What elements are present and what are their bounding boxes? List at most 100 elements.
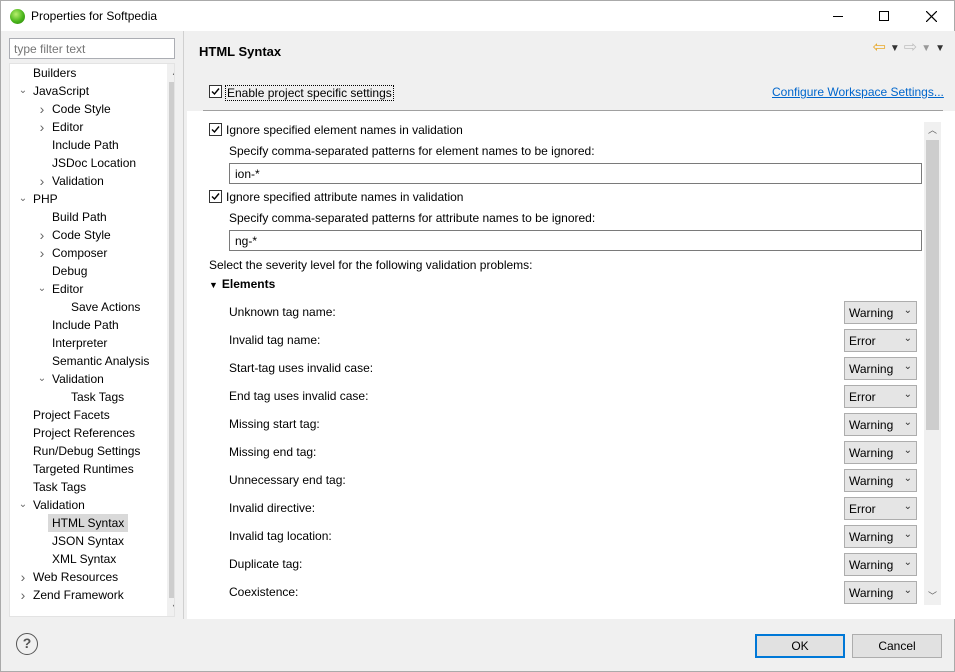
help-icon[interactable]: ?	[16, 633, 38, 655]
severity-select[interactable]: Warning ⌄	[844, 553, 917, 576]
severity-value: Warning	[849, 418, 894, 432]
collapsed-twisty-icon[interactable]: ›	[17, 586, 29, 604]
attributes-patterns-input[interactable]	[229, 230, 922, 251]
tree-item[interactable]: › Zend Framework	[10, 586, 160, 604]
tree-item-label: Web Resources	[33, 570, 119, 584]
tree-item[interactable]: Targeted Runtimes	[10, 460, 160, 478]
severity-value: Warning	[849, 586, 894, 600]
configure-workspace-link[interactable]: Configure Workspace Settings...	[772, 85, 944, 99]
title-bar: Properties for Softpedia	[1, 1, 954, 31]
collapsed-twisty-icon[interactable]: ›	[36, 172, 48, 190]
tree-scrollbar[interactable]: ▲ ▼	[167, 64, 174, 616]
close-button[interactable]	[908, 1, 954, 31]
tree-item[interactable]: Project Facets	[10, 406, 160, 424]
severity-value: Error	[849, 334, 876, 348]
tree-item-label: Builders	[33, 66, 77, 80]
tree-item[interactable]: JSON Syntax	[10, 532, 160, 550]
scroll-up-icon[interactable]: ▲	[167, 64, 174, 81]
page-header: HTML Syntax ⇦ ▼ ⇨ ▼ ▼	[187, 31, 955, 66]
severity-select[interactable]: Error ⌄	[844, 385, 917, 408]
severity-select[interactable]: Warning ⌄	[844, 581, 917, 604]
tree-item[interactable]: Save Actions	[10, 298, 160, 316]
scroll-down-icon[interactable]: ▼	[167, 599, 174, 616]
collapsed-twisty-icon[interactable]: ›	[36, 118, 48, 136]
expanded-twisty-icon[interactable]: ⌄	[36, 370, 48, 388]
tree-item[interactable]: › Editor	[10, 118, 160, 136]
elements-patterns-input[interactable]	[229, 163, 922, 184]
severity-select[interactable]: Warning ⌄	[844, 301, 917, 324]
severity-select[interactable]: Warning ⌄	[844, 357, 917, 380]
tree-item[interactable]: Include Path	[10, 136, 160, 154]
tree-item[interactable]: › Code Style	[10, 100, 160, 118]
page-nav: ⇦ ▼ ⇨ ▼ ▼	[872, 40, 945, 56]
tree-item[interactable]: Interpreter	[10, 334, 160, 352]
tree-item[interactable]: XML Syntax	[10, 550, 160, 568]
ignore-elements-checkbox[interactable]	[209, 123, 222, 136]
enable-project-settings-label[interactable]: Enable project specific settings	[225, 85, 394, 101]
tree-item[interactable]: JSDoc Location	[10, 154, 160, 172]
checkmark-icon	[211, 88, 220, 96]
ok-button[interactable]: OK	[755, 634, 845, 658]
maximize-button[interactable]	[861, 1, 907, 31]
problem-label: Duplicate tag:	[229, 557, 303, 571]
collapsed-twisty-icon[interactable]: ›	[17, 568, 29, 586]
tree-item[interactable]: › Validation	[10, 172, 160, 190]
forward-arrow-icon[interactable]: ⇨	[904, 40, 917, 56]
problem-label: Missing start tag:	[229, 417, 320, 431]
view-menu-icon[interactable]: ▼	[935, 43, 945, 54]
tree-item[interactable]: Build Path	[10, 208, 160, 226]
tree-item[interactable]: › Code Style	[10, 226, 160, 244]
pane-divider[interactable]	[183, 31, 184, 619]
scroll-up-icon[interactable]: ︿	[924, 122, 941, 139]
checkmark-icon	[211, 126, 220, 134]
content-scrollbar[interactable]: ︿ ﹀	[924, 122, 941, 605]
tree-item-label: Validation	[52, 372, 104, 386]
filter-input[interactable]	[9, 38, 175, 59]
expanded-twisty-icon[interactable]: ⌄	[36, 280, 48, 298]
tree-item[interactable]: ⌄ Editor	[10, 280, 160, 298]
tree-item[interactable]: ⌄ JavaScript	[10, 82, 160, 100]
properties-dialog: Properties for Softpedia ▲ ▼ Builders ⌄ Ja…	[0, 0, 955, 672]
tree-item[interactable]: ⌄ PHP	[10, 190, 160, 208]
tree-item[interactable]: Builders	[10, 64, 160, 82]
tree-item-label: Save Actions	[71, 300, 141, 314]
tree-item[interactable]: Task Tags	[10, 478, 160, 496]
tree-scroll-thumb[interactable]	[169, 82, 174, 598]
tree-item[interactable]: › Web Resources	[10, 568, 160, 586]
back-dropdown-icon[interactable]: ▼	[890, 43, 900, 54]
tree-item[interactable]: ⌄ Validation	[10, 370, 160, 388]
collapsed-twisty-icon[interactable]: ›	[36, 226, 48, 244]
forward-dropdown-icon[interactable]: ▼	[921, 43, 931, 54]
severity-select[interactable]: Error ⌄	[844, 329, 917, 352]
severity-select[interactable]: Warning ⌄	[844, 469, 917, 492]
tree-item[interactable]: Include Path	[10, 316, 160, 334]
tree-item-label: XML Syntax	[52, 552, 117, 566]
tree-item[interactable]: › Composer	[10, 244, 160, 262]
tree-item[interactable]: Semantic Analysis	[10, 352, 160, 370]
tree-item[interactable]: Project References	[10, 424, 160, 442]
collapsed-twisty-icon[interactable]: ›	[36, 100, 48, 118]
severity-select[interactable]: Error ⌄	[844, 497, 917, 520]
tree-item[interactable]: ⌄ Validation	[10, 496, 160, 514]
expanded-twisty-icon[interactable]: ⌄	[17, 496, 29, 514]
scroll-down-icon[interactable]: ﹀	[924, 588, 941, 605]
tree-item[interactable]: Task Tags	[10, 388, 160, 406]
back-arrow-icon[interactable]: ⇦	[872, 40, 885, 56]
tree-item[interactable]: Debug	[10, 262, 160, 280]
cancel-button[interactable]: Cancel	[852, 634, 942, 658]
ignore-attributes-checkbox[interactable]	[209, 190, 222, 203]
elements-section-toggle[interactable]: ▼ Elements	[209, 277, 275, 291]
severity-select[interactable]: Warning ⌄	[844, 525, 917, 548]
severity-select[interactable]: Warning ⌄	[844, 441, 917, 464]
preference-tree: ▲ ▼ Builders ⌄ JavaScript › Code Style › Edito…	[9, 63, 175, 617]
severity-select[interactable]: Warning ⌄	[844, 413, 917, 436]
tree-item[interactable]: Run/Debug Settings	[10, 442, 160, 460]
maximize-icon	[879, 11, 889, 21]
minimize-button[interactable]	[815, 1, 861, 31]
tree-item[interactable]: HTML Syntax	[10, 514, 160, 532]
collapsed-twisty-icon[interactable]: ›	[36, 244, 48, 262]
enable-project-settings-checkbox[interactable]	[209, 85, 222, 98]
expanded-twisty-icon[interactable]: ⌄	[17, 82, 29, 100]
content-scroll-thumb[interactable]	[926, 140, 939, 430]
expanded-twisty-icon[interactable]: ⌄	[17, 190, 29, 208]
